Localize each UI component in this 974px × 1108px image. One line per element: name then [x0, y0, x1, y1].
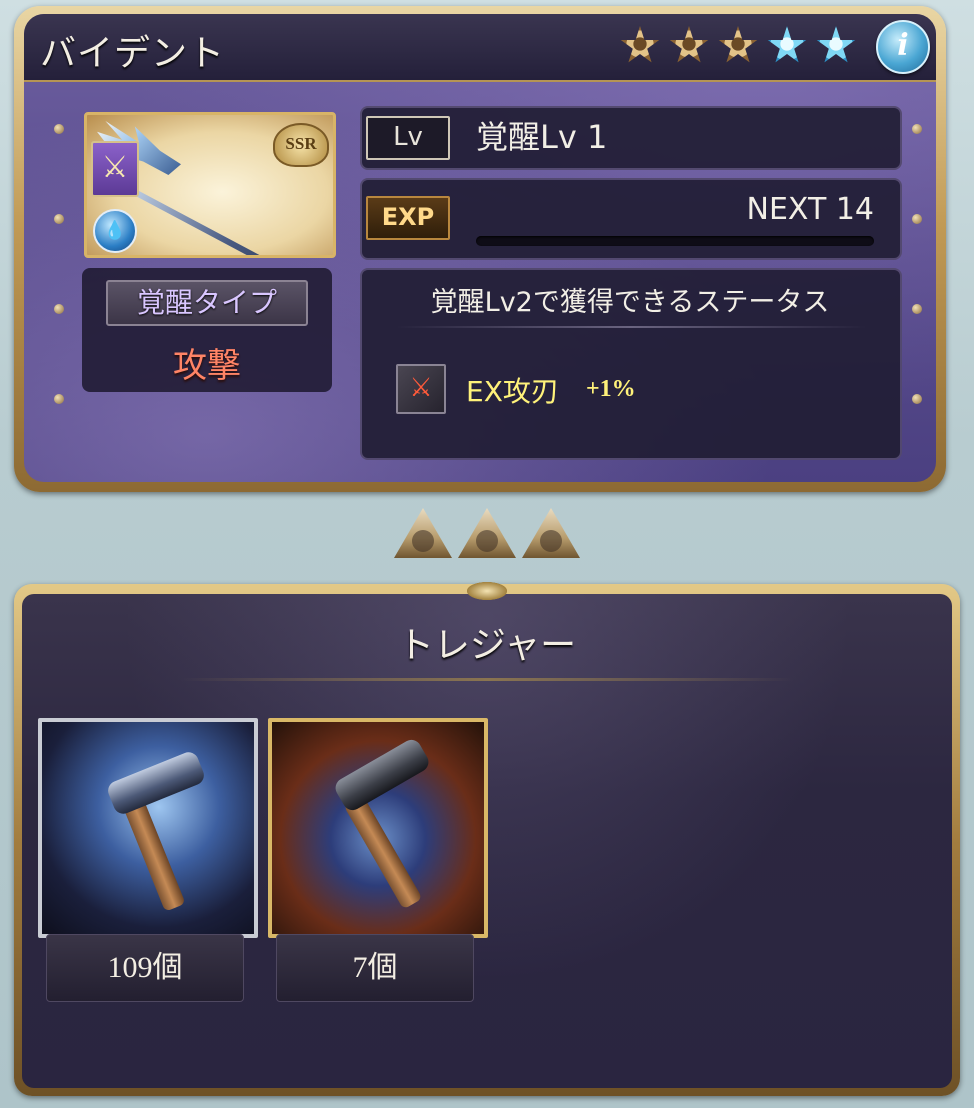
triangle-arrow-icon	[458, 508, 516, 558]
spear-icon: ⚔	[91, 141, 139, 197]
treasure-item-1[interactable]	[38, 718, 258, 938]
rivet-icon	[912, 394, 922, 404]
ornament-icon	[467, 582, 507, 600]
treasure-count-2: 7個	[276, 934, 474, 1002]
skill-value: +1%	[586, 376, 636, 402]
lv-tag: Lv	[366, 116, 450, 160]
triangle-arrow-icon	[394, 508, 452, 558]
weapon-name: バイデント	[40, 33, 226, 74]
ssr-badge: SSR	[273, 123, 329, 167]
rivet-icon	[54, 214, 64, 224]
rivet-icon	[912, 214, 922, 224]
exp-tag: EXP	[366, 196, 450, 240]
rivet-icon	[912, 304, 922, 314]
status-gain-title: 覚醒Lv2で獲得できるステータス	[430, 287, 830, 318]
divider	[180, 678, 794, 681]
ex-attack-up-icon: ⚔	[396, 364, 446, 414]
rivet-icon	[54, 394, 64, 404]
rivet-icon	[912, 124, 922, 134]
awakening-level: 覚醒Lv 1	[476, 118, 608, 156]
rivet-icon	[54, 304, 64, 314]
divider	[396, 326, 866, 328]
next-exp: NEXT 14	[746, 192, 874, 227]
hammer-icon	[105, 749, 207, 817]
exp-progress-bar	[476, 236, 874, 246]
weapon-card[interactable]: SSR ⚔ 💧	[84, 112, 336, 258]
triangle-arrow-icon	[522, 508, 580, 558]
info-icon[interactable]: i	[876, 20, 930, 74]
awakening-type-value: 攻撃	[173, 346, 241, 386]
skill-name: EX攻刃	[466, 375, 559, 408]
treasure-title: トレジャー	[397, 625, 577, 666]
rivet-icon	[54, 124, 64, 134]
treasure-item-2[interactable]	[268, 718, 488, 938]
awakening-type-label: 覚醒タイプ	[106, 280, 308, 326]
treasure-count-1: 109個	[46, 934, 244, 1002]
hammer-icon	[331, 736, 433, 814]
hammer-handle-icon	[343, 794, 423, 910]
spear-shaft-icon	[125, 185, 332, 255]
water-element-icon: 💧	[93, 209, 137, 253]
